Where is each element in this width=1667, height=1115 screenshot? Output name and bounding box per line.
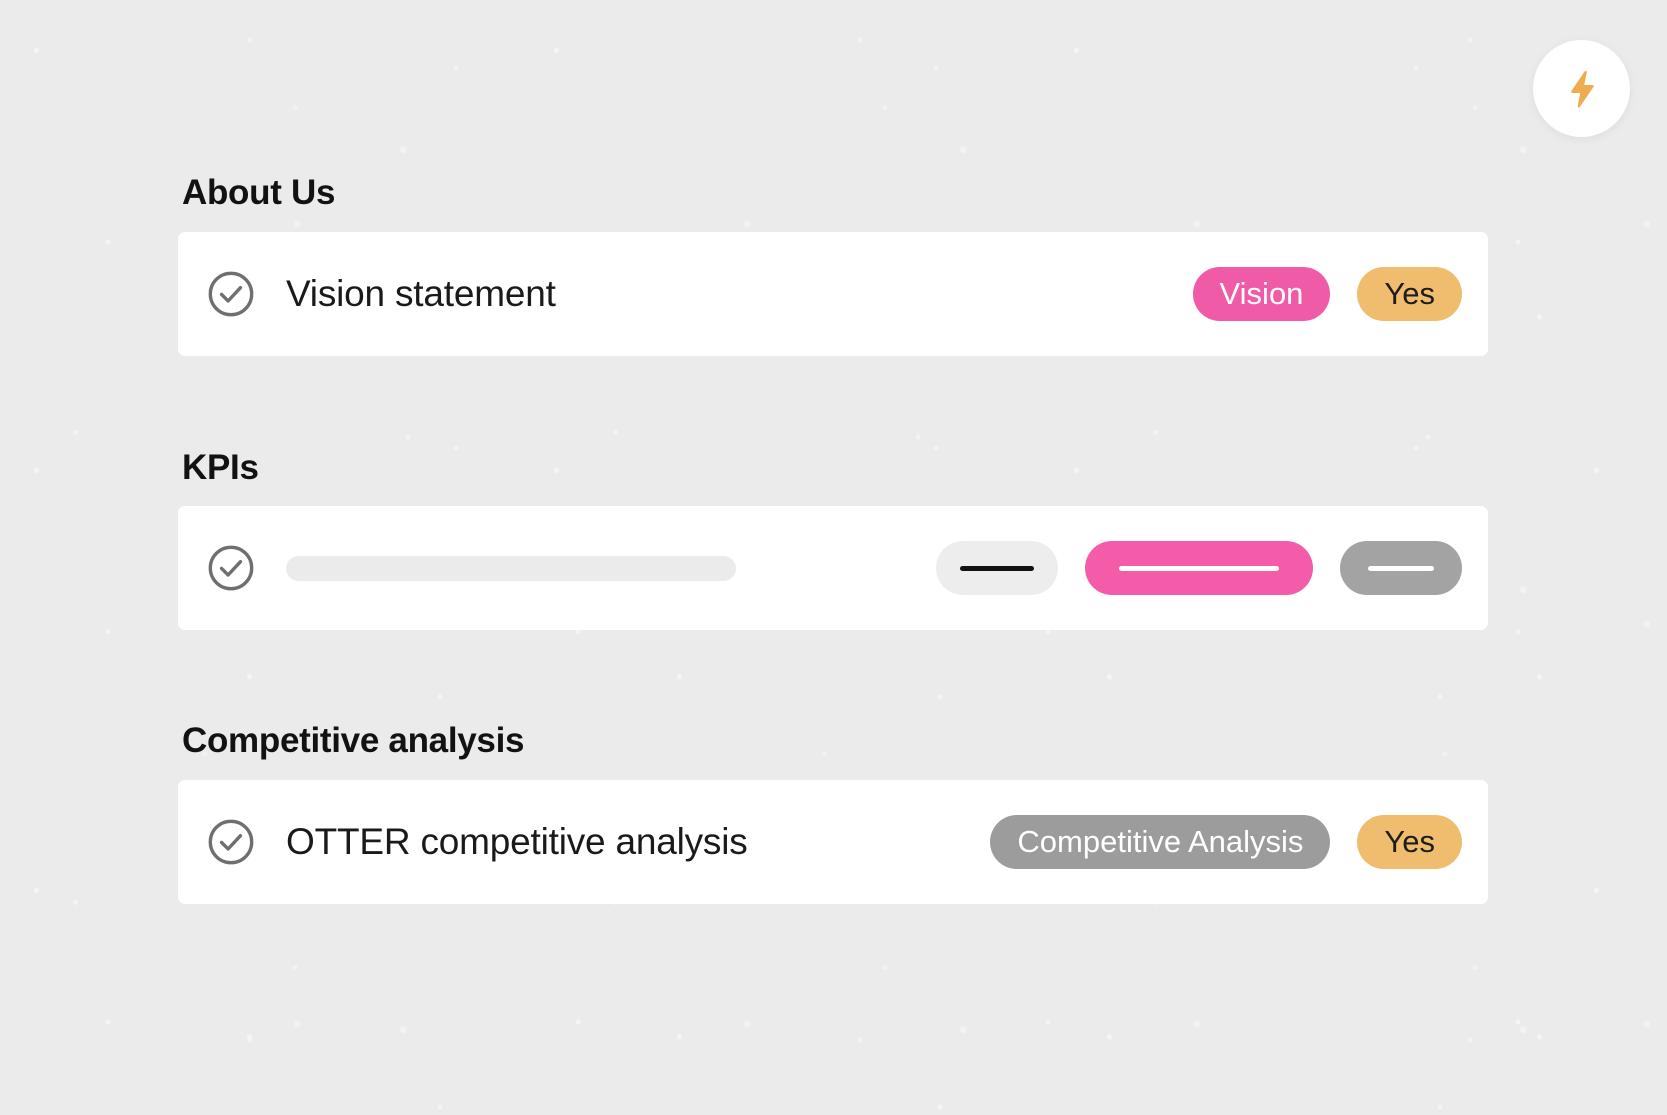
badge-group-kpis [936, 541, 1462, 595]
circle-check-icon [204, 815, 258, 869]
badge-placeholder-gray[interactable] [1340, 541, 1462, 595]
placeholder-line [1368, 565, 1434, 571]
row-title-vision-statement: Vision statement [286, 272, 556, 314]
badge-competitive-analysis[interactable]: Competitive Analysis [990, 814, 1331, 869]
badge-yes[interactable]: Yes [1357, 814, 1462, 869]
badge-group-about-us: Vision Yes [1192, 266, 1462, 321]
placeholder-line [960, 565, 1034, 571]
badge-yes[interactable]: Yes [1357, 266, 1462, 321]
lightning-bolt-icon [1560, 67, 1604, 111]
section-competitive-analysis: Competitive analysis OTTER competitive a… [178, 721, 1488, 904]
badge-placeholder-pink[interactable] [1085, 541, 1313, 595]
badge-group-competitive-analysis: Competitive Analysis Yes [990, 814, 1462, 869]
section-kpis: KPIs [178, 447, 1488, 630]
card-otter-competitive-analysis[interactable]: OTTER competitive analysis Competitive A… [178, 779, 1488, 904]
section-about-us: About Us Vision statement Vision Yes [178, 173, 1488, 356]
circle-check-icon [204, 541, 258, 595]
placeholder-line [1119, 565, 1279, 571]
badge-vision[interactable]: Vision [1192, 266, 1331, 321]
badge-placeholder-light[interactable] [936, 541, 1058, 595]
section-heading-about-us: About Us [182, 173, 336, 212]
section-heading-competitive-analysis: Competitive analysis [182, 721, 525, 760]
section-heading-kpis: KPIs [182, 447, 259, 487]
checklist-content: About Us Vision statement Vision Yes KPI… [178, 0, 1488, 904]
row-title-otter-competitive-analysis: OTTER competitive analysis [286, 820, 748, 862]
circle-check-icon [204, 267, 258, 321]
row-title-placeholder [286, 555, 736, 581]
spark-action-button[interactable] [1533, 40, 1630, 137]
card-vision-statement[interactable]: Vision statement Vision Yes [178, 231, 1488, 356]
card-kpis-loading[interactable] [178, 506, 1488, 630]
